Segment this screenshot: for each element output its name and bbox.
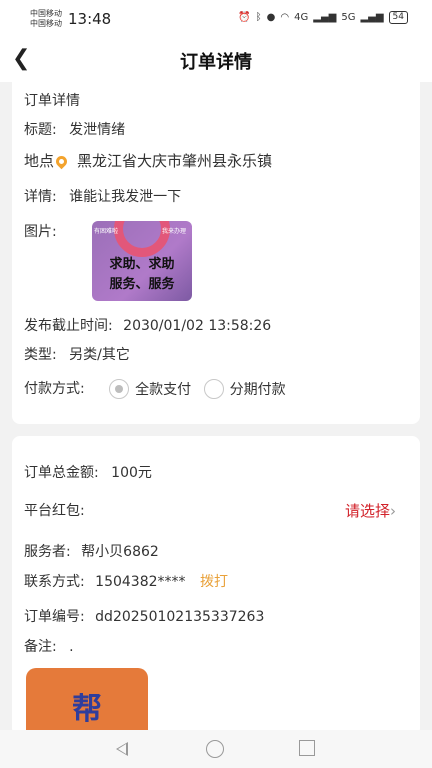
- order-no-value: dd20250102135337263: [95, 609, 265, 625]
- alarm-icon: ⏰: [238, 12, 251, 23]
- type-value: 另类/其它: [69, 347, 130, 363]
- coupon-select[interactable]: 请选择›: [345, 500, 396, 521]
- contact-value: 1504382****: [95, 574, 186, 590]
- order-detail-card: 订单详情 标题: 发泄情绪 地点 黑龙江省大庆市肇州县永乐镇 详情: 谁能让我发泄…: [12, 82, 420, 424]
- radio-unselected-icon[interactable]: [203, 379, 224, 399]
- order-summary-card: 订单总金额: 100元 平台红包: 请选择› 服务者: 帮小贝6862 联系方式…: [12, 436, 420, 736]
- home-circle-icon[interactable]: [206, 740, 224, 758]
- image-label: 图片:: [24, 224, 57, 240]
- payment-label: 付款方式:: [24, 381, 85, 397]
- detail-row: 详情: 谁能让我发泄一下: [24, 186, 181, 206]
- provider-label: 服务者:: [24, 544, 71, 560]
- provider-row: 服务者: 帮小贝6862: [24, 541, 159, 561]
- nav-bar: ❮ 订单详情: [0, 38, 432, 82]
- network-5g: 5G: [341, 12, 356, 23]
- signal-icon: ▂▄▆: [313, 12, 337, 23]
- wifi-icon: ◠: [280, 12, 290, 23]
- pay-option-installment-label: 分期付款: [229, 382, 286, 398]
- detail-label: 详情:: [24, 189, 57, 205]
- section-title: 订单详情: [24, 93, 80, 109]
- battery-icon: 54: [388, 11, 408, 24]
- image-text-line2: 服务、服务: [109, 277, 175, 292]
- system-nav-bar: [0, 730, 432, 768]
- clock: 13:48: [68, 10, 112, 28]
- order-no-label: 订单编号:: [24, 609, 85, 625]
- logo-text: 帮: [72, 692, 102, 727]
- title-label: 标题:: [24, 122, 57, 138]
- remark-value: .: [69, 639, 74, 655]
- contact-row: 联系方式: 1504382**** 拨打: [24, 571, 228, 591]
- title-row: 标题: 发泄情绪: [24, 119, 125, 139]
- detail-value: 谁能让我发泄一下: [69, 189, 182, 205]
- order-no-row: 订单编号: dd20250102135337263: [24, 606, 264, 626]
- status-bar: 中国移动 中国移动 13:48 ⏰ ᛒ ● ◠ 4G ▂▄▆ 5G ▂▄▆ 54: [0, 0, 432, 38]
- location-icon: ●: [266, 12, 276, 23]
- location-label: 地点: [24, 152, 55, 170]
- pay-option-full-label: 全款支付: [135, 382, 192, 398]
- location-row: 地点 黑龙江省大庆市肇州县永乐镇: [24, 150, 272, 171]
- deadline-label: 发布截止时间:: [24, 318, 113, 334]
- total-label: 订单总金额:: [24, 465, 99, 481]
- location-pin-icon: [53, 153, 70, 170]
- recent-apps-icon[interactable]: [299, 740, 315, 756]
- location-value: 黑龙江省大庆市肇州县永乐镇: [77, 152, 273, 170]
- coupon-label: 平台红包:: [24, 503, 85, 519]
- remark-row: 备注: .: [24, 636, 74, 656]
- carrier-1: 中国移动: [30, 9, 62, 18]
- status-icons: ⏰ ᛒ ● ◠ 4G ▂▄▆ 5G ▂▄▆ 54: [238, 11, 408, 24]
- bluetooth-icon: ᛒ: [255, 12, 262, 23]
- type-row: 类型: 另类/其它: [24, 344, 130, 364]
- coupon-select-label: 请选择: [344, 502, 390, 520]
- carrier-2: 中国移动: [30, 19, 62, 28]
- carrier-info: 中国移动 中国移动: [30, 9, 62, 29]
- deadline-row: 发布截止时间: 2030/01/02 13:58:26: [24, 315, 271, 335]
- radio-selected-icon[interactable]: [109, 379, 130, 399]
- contact-label: 联系方式:: [24, 574, 85, 590]
- network-4g: 4G: [294, 12, 309, 23]
- image-text-tr: 我来办理: [161, 228, 186, 235]
- image-text-line1: 求助、求助: [109, 257, 175, 272]
- signal-icon-2: ▂▄▆: [360, 12, 384, 23]
- title-value: 发泄情绪: [69, 122, 126, 138]
- provider-value: 帮小贝6862: [81, 544, 159, 560]
- image-text-tl: 有困难啦: [94, 228, 119, 235]
- total-row: 订单总金额: 100元: [24, 462, 152, 482]
- provider-logo: 帮: [26, 668, 148, 736]
- back-triangle-icon[interactable]: [116, 742, 128, 756]
- order-image[interactable]: 有困难啦 我来办理 求助、求助 服务、服务: [92, 221, 192, 301]
- page-title: 订单详情: [180, 52, 252, 73]
- remark-label: 备注:: [24, 639, 57, 655]
- pay-option-full[interactable]: 全款支付: [109, 379, 195, 399]
- type-label: 类型:: [24, 347, 57, 363]
- payment-row: 付款方式: 全款支付 分期付款: [24, 378, 286, 399]
- total-value: 100元: [111, 465, 152, 481]
- deadline-value: 2030/01/02 13:58:26: [123, 318, 272, 334]
- chevron-right-icon: ›: [390, 502, 396, 520]
- pay-option-installment[interactable]: 分期付款: [203, 379, 286, 399]
- call-button[interactable]: 拨打: [200, 574, 228, 590]
